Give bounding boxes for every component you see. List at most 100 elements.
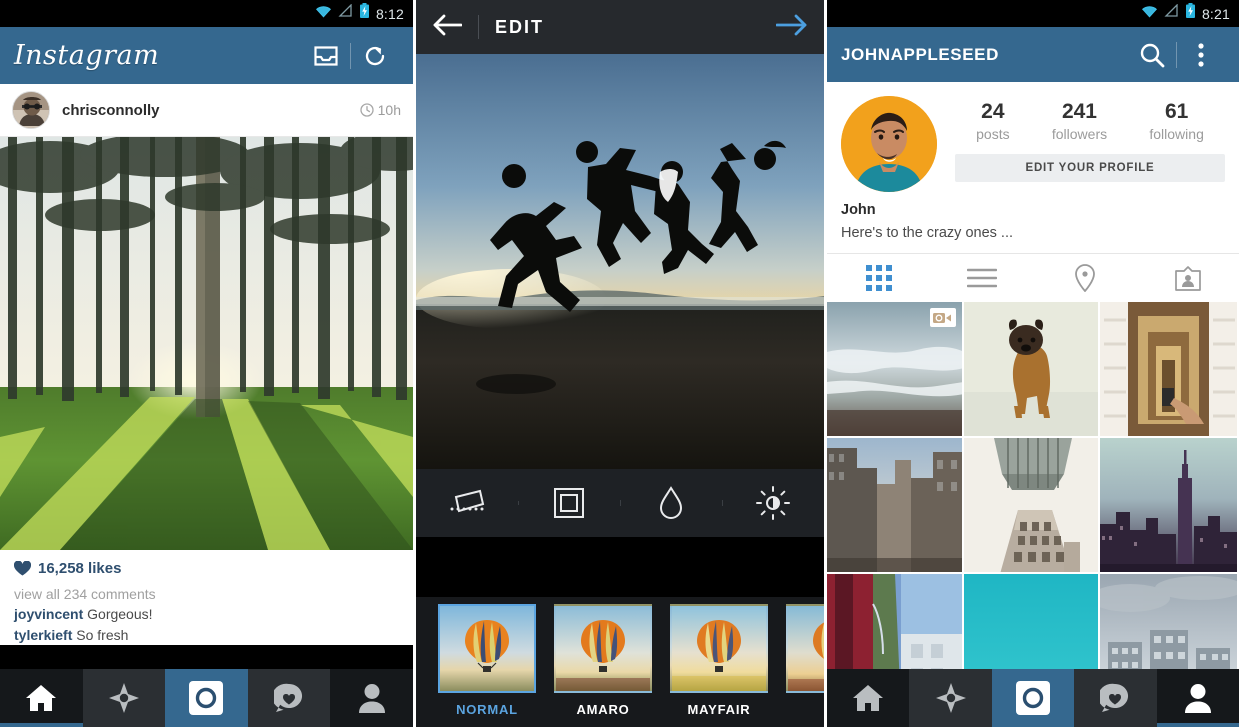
post-photo[interactable] bbox=[0, 137, 413, 550]
heart-speech-icon bbox=[1100, 683, 1129, 712]
bottom-nav-feed bbox=[0, 669, 413, 727]
straighten-icon bbox=[450, 489, 485, 513]
post-header-row[interactable]: chrisconnolly 10h bbox=[0, 84, 413, 137]
stat-value: 61 bbox=[1164, 100, 1189, 123]
signal-icon bbox=[1164, 3, 1179, 23]
battery-charging-icon bbox=[359, 3, 370, 24]
stat-followers[interactable]: 241 followers bbox=[1052, 100, 1107, 142]
heart-filled-icon bbox=[14, 561, 31, 576]
grid-cell[interactable] bbox=[1100, 302, 1237, 438]
nav-profile[interactable] bbox=[1156, 669, 1239, 727]
avatar[interactable] bbox=[12, 91, 50, 129]
post-meta: 16,258 likes view all 234 comments joyvi… bbox=[0, 550, 413, 645]
tool-lux[interactable] bbox=[722, 486, 824, 520]
edit-toolbar bbox=[416, 469, 824, 537]
arrow-right-icon[interactable] bbox=[775, 14, 808, 41]
edit-photo[interactable] bbox=[416, 54, 824, 469]
profile-body: 24 posts 241 followers 61 following EDIT… bbox=[827, 82, 1239, 710]
status-time: 8:21 bbox=[1201, 5, 1230, 22]
bio-name: John bbox=[841, 202, 876, 218]
nav-explore[interactable] bbox=[909, 669, 992, 727]
nav-profile[interactable] bbox=[330, 669, 413, 727]
nav-explore[interactable] bbox=[82, 669, 166, 727]
inbox-icon[interactable] bbox=[302, 36, 350, 76]
filter-thumbnail[interactable] bbox=[554, 604, 652, 693]
stat-label: posts bbox=[976, 126, 1010, 142]
stat-following[interactable]: 61 following bbox=[1149, 100, 1203, 142]
overflow-menu-icon[interactable] bbox=[1177, 35, 1225, 75]
nav-activity[interactable] bbox=[1074, 669, 1157, 727]
filter-item[interactable]: AMARO bbox=[554, 604, 652, 717]
tagged-person-icon bbox=[1174, 266, 1201, 291]
profile-summary-row: 24 posts 241 followers 61 following EDIT… bbox=[827, 82, 1239, 192]
status-bar-profile: 8:21 bbox=[827, 0, 1239, 27]
filter-item[interactable]: NORMAL bbox=[438, 604, 536, 717]
post-timestamp: 10h bbox=[359, 102, 401, 118]
home-icon bbox=[26, 685, 57, 711]
view-all-comments[interactable]: view all 234 comments bbox=[14, 586, 399, 602]
post-username[interactable]: chrisconnolly bbox=[62, 102, 160, 119]
nav-camera[interactable] bbox=[991, 669, 1075, 727]
panel-feed: 8:12 Instagram chrisconnolly 10h 16,258 … bbox=[0, 0, 413, 727]
comment-text: Gorgeous! bbox=[87, 606, 153, 622]
video-badge bbox=[929, 308, 956, 327]
nav-activity[interactable] bbox=[247, 669, 331, 727]
nav-home[interactable] bbox=[0, 669, 83, 727]
edit-header: EDIT bbox=[416, 0, 824, 54]
tool-straighten[interactable] bbox=[416, 487, 518, 519]
filter-item[interactable] bbox=[786, 604, 824, 717]
nav-indicator bbox=[0, 723, 83, 727]
nav-indicator bbox=[1156, 723, 1239, 727]
nav-home[interactable] bbox=[827, 669, 910, 727]
grid-cell[interactable] bbox=[963, 302, 1100, 438]
home-icon bbox=[853, 685, 884, 711]
comment-1: tylerkieft So fresh bbox=[14, 626, 399, 645]
person-icon bbox=[358, 684, 385, 713]
wifi-icon bbox=[1141, 4, 1158, 23]
filter-thumbnail[interactable] bbox=[786, 604, 824, 693]
likes-row[interactable]: 16,258 likes bbox=[14, 560, 399, 577]
filter-strip[interactable]: NORMAL AMARO MAYFAIR bbox=[416, 597, 824, 727]
likes-count: 16,258 likes bbox=[38, 560, 122, 577]
person-icon bbox=[1184, 684, 1211, 713]
tab-map-view[interactable] bbox=[1033, 254, 1136, 302]
droplet-icon bbox=[659, 486, 683, 519]
stat-value: 24 bbox=[981, 100, 1005, 123]
list-icon bbox=[966, 268, 997, 288]
filter-thumbnail[interactable] bbox=[438, 604, 536, 693]
filter-label: AMARO bbox=[576, 702, 630, 717]
grid-cell[interactable] bbox=[963, 438, 1100, 574]
battery-charging-icon bbox=[1185, 3, 1196, 24]
filter-item[interactable]: MAYFAIR bbox=[670, 604, 768, 717]
filter-thumbnail[interactable] bbox=[670, 604, 768, 693]
edit-header-divider bbox=[478, 15, 479, 39]
comment-user[interactable]: tylerkieft bbox=[14, 627, 72, 643]
filter-label: NORMAL bbox=[456, 702, 518, 717]
tab-grid-view[interactable] bbox=[827, 254, 930, 302]
grid-cell[interactable] bbox=[827, 302, 964, 438]
tool-tilt-shift[interactable] bbox=[620, 486, 722, 520]
nav-camera[interactable] bbox=[165, 669, 248, 727]
grid-cell[interactable] bbox=[827, 438, 964, 574]
arrow-left-icon[interactable] bbox=[432, 14, 463, 41]
search-icon[interactable] bbox=[1128, 35, 1176, 75]
comment-0: joyvincent Gorgeous! bbox=[14, 605, 399, 624]
tab-list-view[interactable] bbox=[930, 254, 1033, 302]
stat-label: following bbox=[1149, 126, 1204, 142]
edit-title: EDIT bbox=[495, 16, 545, 37]
stat-posts[interactable]: 24 posts bbox=[976, 100, 1009, 142]
filter-label: MAYFAIR bbox=[687, 702, 751, 717]
tab-photos-of-you[interactable] bbox=[1136, 254, 1239, 302]
video-camera-icon bbox=[933, 312, 951, 323]
refresh-icon[interactable] bbox=[351, 36, 399, 76]
avatar[interactable] bbox=[841, 96, 937, 192]
tool-frame[interactable] bbox=[518, 487, 620, 519]
feed-header-actions bbox=[302, 36, 399, 76]
frame-icon bbox=[554, 488, 584, 518]
edit-profile-button[interactable]: EDIT YOUR PROFILE bbox=[955, 154, 1225, 182]
status-time: 8:12 bbox=[375, 5, 404, 22]
grid-cell[interactable] bbox=[1100, 438, 1237, 574]
filter-list: NORMAL AMARO MAYFAIR bbox=[416, 604, 824, 717]
comment-user[interactable]: joyvincent bbox=[14, 606, 83, 622]
three-panel-screenshot: 8:12 Instagram chrisconnolly 10h 16,258 … bbox=[0, 0, 1239, 727]
